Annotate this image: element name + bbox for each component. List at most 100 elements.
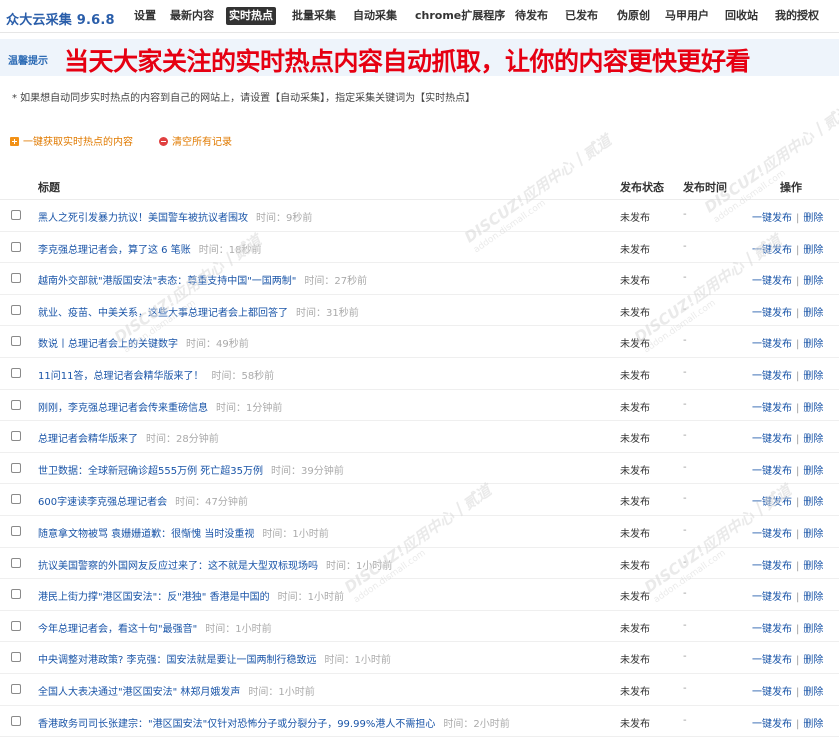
row-checkbox[interactable] <box>11 684 21 694</box>
title-cell: 刚刚，李克强总理记者会传来重磅信息时间：1分钟前 <box>38 399 282 414</box>
row-time-note: 时间：28分钟前 <box>146 434 219 445</box>
delete-button[interactable]: 删除 <box>803 434 823 445</box>
table-row: 港民上街力撑"港区国安法"：反"港独" 香港是中国的时间：1小时前未发布-一键发… <box>0 579 839 611</box>
row-checkbox[interactable] <box>11 305 21 315</box>
row-title-link[interactable]: 黑人之死引发暴力抗议！美国警车被抗议者围攻 <box>38 213 248 224</box>
op-separator: | <box>796 719 799 730</box>
row-status: 未发布 <box>620 399 650 414</box>
publish-button[interactable]: 一键发布 <box>752 403 792 414</box>
row-status: 未发布 <box>620 620 650 635</box>
row-title-link[interactable]: 总理记者会精华版来了 <box>38 434 138 445</box>
delete-button[interactable]: 删除 <box>803 719 823 730</box>
publish-button[interactable]: 一键发布 <box>752 529 792 540</box>
row-title-link[interactable]: 今年总理记者会，看这十句"最强音" <box>38 624 197 635</box>
nav-item[interactable]: 回收站 <box>722 7 761 25</box>
row-publish-time: - <box>683 588 687 599</box>
row-checkbox[interactable] <box>11 463 21 473</box>
row-publish-time: - <box>683 209 687 220</box>
delete-button[interactable]: 删除 <box>803 466 823 477</box>
row-title-link[interactable]: 李克强总理记者会，算了这 6 笔账 <box>38 245 191 256</box>
row-title-link[interactable]: 香港政务司司长张建宗："港区国安法"仅针对恐怖分子或分裂分子，99.99%港人不… <box>38 719 435 730</box>
publish-button[interactable]: 一键发布 <box>752 655 792 666</box>
row-title-link[interactable]: 世卫数据：全球新冠确诊超555万例 死亡超35万例 <box>38 466 263 477</box>
nav-item[interactable]: 批量采集 <box>289 7 339 25</box>
title-cell: 今年总理记者会，看这十句"最强音"时间：1小时前 <box>38 620 272 635</box>
publish-button[interactable]: 一键发布 <box>752 466 792 477</box>
row-checkbox[interactable] <box>11 336 21 346</box>
row-checkbox[interactable] <box>11 242 21 252</box>
row-title-link[interactable]: 中央调整对港政策? 李克强：国安法就是要让一国两制行稳致远 <box>38 655 317 666</box>
delete-button[interactable]: 删除 <box>803 308 823 319</box>
nav-item[interactable]: 我的授权 <box>772 7 822 25</box>
title-cell: 港民上街力撑"港区国安法"：反"港独" 香港是中国的时间：1小时前 <box>38 588 344 603</box>
nav-item[interactable]: 已发布 <box>562 7 601 25</box>
delete-button[interactable]: 删除 <box>803 213 823 224</box>
op-separator: | <box>796 245 799 256</box>
delete-button[interactable]: 删除 <box>803 529 823 540</box>
row-ops: 一键发布 | 删除 <box>752 715 823 730</box>
publish-button[interactable]: 一键发布 <box>752 434 792 445</box>
row-title-link[interactable]: 越南外交部就"港版国安法"表态：尊重支持中国"一国两制" <box>38 276 296 287</box>
row-checkbox[interactable] <box>11 621 21 631</box>
row-title-link[interactable]: 600字速读李克强总理记者会 <box>38 497 167 508</box>
publish-button[interactable]: 一键发布 <box>752 339 792 350</box>
delete-button[interactable]: 删除 <box>803 655 823 666</box>
row-checkbox[interactable] <box>11 558 21 568</box>
row-checkbox[interactable] <box>11 368 21 378</box>
nav-item[interactable]: 最新内容 <box>167 7 217 25</box>
delete-button[interactable]: 删除 <box>803 245 823 256</box>
delete-button[interactable]: 删除 <box>803 687 823 698</box>
nav-item[interactable]: 伪原创 <box>614 7 653 25</box>
publish-button[interactable]: 一键发布 <box>752 592 792 603</box>
row-checkbox[interactable] <box>11 210 21 220</box>
publish-button[interactable]: 一键发布 <box>752 719 792 730</box>
delete-button[interactable]: 删除 <box>803 371 823 382</box>
row-ops: 一键发布 | 删除 <box>752 241 823 256</box>
row-status: 未发布 <box>620 272 650 287</box>
row-checkbox[interactable] <box>11 652 21 662</box>
row-title-link[interactable]: 数说丨总理记者会上的关键数字 <box>38 339 178 350</box>
delete-button[interactable]: 删除 <box>803 276 823 287</box>
row-title-link[interactable]: 11问11答，总理记者会精华版来了！ <box>38 371 203 382</box>
row-title-link[interactable]: 抗议美国警察的外国网友反应过来了：这不就是大型双标现场吗 <box>38 561 318 572</box>
publish-button[interactable]: 一键发布 <box>752 371 792 382</box>
row-status: 未发布 <box>620 367 650 382</box>
delete-button[interactable]: 删除 <box>803 561 823 572</box>
clear-records-button[interactable]: 清空所有记录 <box>159 133 232 148</box>
publish-button[interactable]: 一键发布 <box>752 561 792 572</box>
publish-button[interactable]: 一键发布 <box>752 624 792 635</box>
publish-button[interactable]: 一键发布 <box>752 497 792 508</box>
row-title-link[interactable]: 港民上街力撑"港区国安法"：反"港独" 香港是中国的 <box>38 592 270 603</box>
publish-button[interactable]: 一键发布 <box>752 276 792 287</box>
row-title-link[interactable]: 全国人大表决通过"港区国安法" 林郑月娥发声 <box>38 687 240 698</box>
delete-button[interactable]: 删除 <box>803 339 823 350</box>
nav-item[interactable]: chrome扩展程序 <box>412 7 508 25</box>
fetch-hot-content-button[interactable]: 一键获取实时热点的内容 <box>10 133 133 148</box>
title-cell: 11问11答，总理记者会精华版来了！时间：58秒前 <box>38 367 274 382</box>
row-checkbox[interactable] <box>11 526 21 536</box>
nav-item[interactable]: 马甲用户 <box>662 7 712 25</box>
delete-button[interactable]: 删除 <box>803 497 823 508</box>
row-checkbox[interactable] <box>11 431 21 441</box>
row-title-link[interactable]: 刚刚，李克强总理记者会传来重磅信息 <box>38 403 208 414</box>
delete-button[interactable]: 删除 <box>803 592 823 603</box>
publish-button[interactable]: 一键发布 <box>752 213 792 224</box>
delete-button[interactable]: 删除 <box>803 403 823 414</box>
row-checkbox[interactable] <box>11 589 21 599</box>
publish-button[interactable]: 一键发布 <box>752 245 792 256</box>
row-checkbox[interactable] <box>11 716 21 726</box>
delete-button[interactable]: 删除 <box>803 624 823 635</box>
publish-button[interactable]: 一键发布 <box>752 308 792 319</box>
row-title-link[interactable]: 就业、疫苗、中美关系，这些大事总理记者会上都回答了 <box>38 308 288 319</box>
nav-item[interactable]: 实时热点 <box>226 7 276 25</box>
header-time: 发布时间 <box>683 179 727 195</box>
nav-item[interactable]: 设置 <box>131 7 159 25</box>
row-checkbox[interactable] <box>11 400 21 410</box>
row-title-link[interactable]: 随意拿文物被骂 袁姗姗道歉：很惭愧 当时没重视 <box>38 529 254 540</box>
row-checkbox[interactable] <box>11 494 21 504</box>
nav-item[interactable]: 自动采集 <box>350 7 400 25</box>
row-checkbox[interactable] <box>11 273 21 283</box>
op-separator: | <box>796 466 799 477</box>
publish-button[interactable]: 一键发布 <box>752 687 792 698</box>
nav-item[interactable]: 待发布 <box>512 7 551 25</box>
